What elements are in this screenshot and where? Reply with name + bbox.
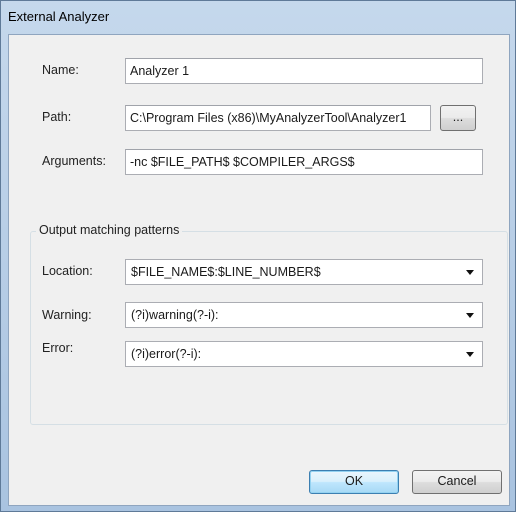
warning-label: Warning: bbox=[42, 308, 92, 322]
arguments-label: Arguments: bbox=[42, 154, 106, 168]
browse-button[interactable]: ... bbox=[440, 105, 476, 131]
location-label: Location: bbox=[42, 264, 93, 278]
name-label: Name: bbox=[42, 63, 79, 77]
chevron-down-icon[interactable] bbox=[466, 270, 474, 275]
warning-value: (?i)warning(?-i): bbox=[131, 308, 219, 322]
cancel-button[interactable]: Cancel bbox=[412, 470, 502, 494]
chevron-down-icon[interactable] bbox=[466, 352, 474, 357]
error-label: Error: bbox=[42, 341, 74, 355]
location-combobox[interactable]: $FILE_NAME$:$LINE_NUMBER$ bbox=[125, 259, 483, 285]
dialog-title: External Analyzer bbox=[8, 9, 110, 24]
warning-combobox[interactable]: (?i)warning(?-i): bbox=[125, 302, 483, 328]
external-analyzer-dialog: External Analyzer Name: Path: ... Argume… bbox=[0, 0, 516, 512]
path-field[interactable] bbox=[125, 105, 431, 131]
title-bar[interactable]: External Analyzer bbox=[1, 1, 515, 33]
group-title: Output matching patterns bbox=[36, 223, 183, 237]
name-field[interactable] bbox=[125, 58, 483, 84]
chevron-down-icon[interactable] bbox=[466, 313, 474, 318]
path-label: Path: bbox=[42, 110, 72, 124]
error-value: (?i)error(?-i): bbox=[131, 347, 202, 361]
ok-button[interactable]: OK bbox=[309, 470, 399, 494]
dialog-client-area: Name: Path: ... Arguments: Output matchi… bbox=[8, 34, 510, 506]
location-value: $FILE_NAME$:$LINE_NUMBER$ bbox=[131, 265, 321, 279]
error-combobox[interactable]: (?i)error(?-i): bbox=[125, 341, 483, 367]
arguments-field[interactable] bbox=[125, 149, 483, 175]
